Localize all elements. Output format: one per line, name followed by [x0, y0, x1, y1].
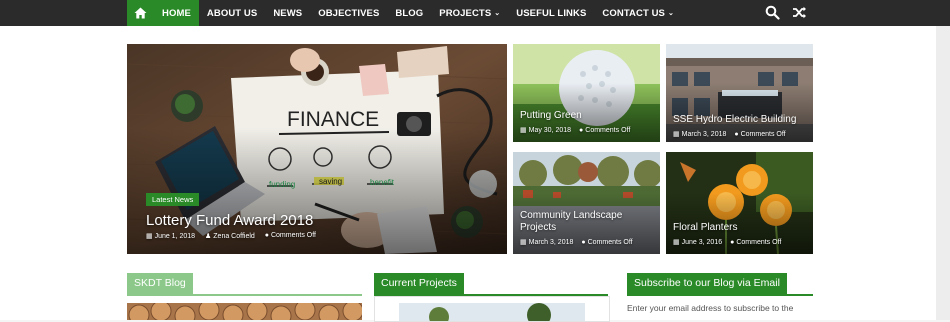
- search-icon[interactable]: [765, 5, 780, 20]
- menu-item-objectives[interactable]: OBJECTIVES: [310, 0, 387, 26]
- post-meta: ▦ March 3, 2018 ● Comments Off: [520, 238, 633, 247]
- calendar-icon: ▦: [520, 127, 527, 134]
- date-text: March 3, 2018: [681, 131, 727, 138]
- home-icon: [134, 7, 147, 19]
- comments-text: Comments Off: [736, 238, 782, 246]
- main-menu: HOME ABOUT US NEWS OBJECTIVES BLOG PROJE…: [127, 0, 682, 26]
- blog-thumbnail-image[interactable]: [127, 303, 362, 320]
- post-comments[interactable]: ● Comments Off: [265, 232, 316, 240]
- post-date[interactable]: ▦ June 3, 2016: [673, 238, 722, 246]
- post-title[interactable]: Lottery Fund Award 2018: [146, 212, 313, 229]
- date-text: June 3, 2016: [681, 239, 723, 246]
- post-meta: ▦ May 30, 2018 ● Comments Off: [520, 126, 630, 135]
- comment-icon: ●: [579, 126, 584, 134]
- featured-post-community-landscape[interactable]: Community Landscape Projects ▦ March 3, 2…: [513, 152, 660, 254]
- post-date[interactable]: ▦ March 3, 2018: [673, 130, 726, 138]
- menu-item-useful-links[interactable]: USEFUL LINKS: [508, 0, 594, 26]
- post-title[interactable]: Putting Green: [520, 110, 582, 122]
- comment-icon: ●: [730, 238, 735, 246]
- menu-item-home[interactable]: HOME: [154, 0, 199, 26]
- calendar-icon: ▦: [673, 239, 680, 246]
- post-meta: ▦ June 1, 2018 ♟ Zena Coffield ● Comment…: [146, 232, 316, 240]
- menu-item-label: CONTACT US: [602, 7, 665, 19]
- comments-text: Comments Off: [740, 130, 786, 138]
- menu-item-label: OBJECTIVES: [318, 7, 380, 19]
- menu-item-label: PROJECTS: [439, 7, 492, 19]
- top-navigation-bar: HOME ABOUT US NEWS OBJECTIVES BLOG PROJE…: [0, 0, 950, 26]
- post-title[interactable]: SSE Hydro Electric Building: [673, 114, 796, 126]
- chevron-down-icon: ⌄: [494, 10, 501, 17]
- widget-skdt-blog: SKDT Blog: [127, 273, 362, 296]
- calendar-icon: ▦: [673, 131, 680, 138]
- author-text: Zena Coffield: [213, 233, 255, 240]
- menu-item-projects[interactable]: PROJECTS ⌄: [431, 0, 508, 26]
- comments-text: Comments Off: [270, 232, 316, 239]
- date-text: June 1, 2018: [154, 233, 196, 240]
- calendar-icon: ▦: [520, 239, 527, 246]
- category-badge[interactable]: Latest News: [146, 193, 200, 206]
- menu-item-label: HOME: [162, 7, 191, 19]
- menu-item-about-us[interactable]: ABOUT US: [199, 0, 265, 26]
- menu-item-label: ABOUT US: [206, 7, 258, 19]
- date-text: March 3, 2018: [528, 239, 574, 246]
- featured-post-main[interactable]: FINANCE funding saving benefit: [127, 44, 507, 254]
- menu-item-label: NEWS: [273, 7, 303, 19]
- comment-icon: ●: [734, 130, 739, 138]
- post-meta: ▦ March 3, 2018 ● Comments Off: [673, 130, 786, 139]
- random-icon[interactable]: [792, 5, 807, 20]
- projects-thumbnail-image[interactable]: [399, 303, 585, 321]
- featured-post-sse-hydro[interactable]: SSE Hydro Electric Building ▦ March 3, 20…: [666, 44, 813, 142]
- menu-item-news[interactable]: NEWS: [265, 0, 310, 26]
- post-comments[interactable]: ● Comments Off: [734, 131, 785, 138]
- menu-item-label: BLOG: [395, 7, 424, 19]
- comments-text: Comments Off: [585, 126, 631, 134]
- calendar-icon: ▦: [146, 233, 155, 240]
- date-text: May 30, 2018: [528, 127, 572, 134]
- menu-item-label: USEFUL LINKS: [516, 7, 587, 19]
- widget-current-projects: Current Projects: [374, 273, 608, 296]
- post-date[interactable]: ▦ May 30, 2018: [520, 126, 571, 134]
- chevron-down-icon: ⌄: [668, 10, 674, 17]
- widget-title: Subscribe to our Blog via Email: [627, 273, 787, 294]
- menu-item-blog[interactable]: BLOG: [387, 0, 431, 26]
- widget-subscribe: Subscribe to our Blog via Email: [627, 273, 813, 296]
- featured-post-putting-green[interactable]: Putting Green ▦ May 30, 2018 ● Comments Of…: [513, 44, 660, 142]
- post-meta: ▦ June 3, 2016 ● Comments Off: [673, 238, 781, 247]
- post-date[interactable]: ▦ June 1, 2018: [146, 232, 195, 240]
- subscribe-description: Enter your email address to subscribe to…: [627, 303, 794, 313]
- post-date[interactable]: ▦ March 3, 2018: [520, 238, 573, 246]
- post-author[interactable]: ♟ Zena Coffield: [205, 232, 255, 240]
- post-comments[interactable]: ● Comments Off: [579, 127, 630, 134]
- projects-thumbnail-frame: [374, 296, 610, 322]
- post-comments[interactable]: ● Comments Off: [730, 239, 781, 246]
- featured-post-floral-planters[interactable]: Floral Planters ▦ June 3, 2016 ● Comments …: [666, 152, 813, 254]
- post-comments[interactable]: ● Comments Off: [581, 239, 632, 246]
- widget-title: Current Projects: [374, 273, 464, 294]
- menu-item-contact-us[interactable]: CONTACT US ⌄: [594, 0, 682, 26]
- comments-text: Comments Off: [587, 238, 633, 246]
- widget-title: SKDT Blog: [127, 273, 193, 294]
- post-title[interactable]: Community Landscape Projects: [520, 210, 650, 234]
- home-button[interactable]: [127, 0, 154, 26]
- scroll-gutter: [936, 26, 950, 320]
- comment-icon: ●: [581, 238, 586, 246]
- post-title[interactable]: Floral Planters: [673, 222, 737, 234]
